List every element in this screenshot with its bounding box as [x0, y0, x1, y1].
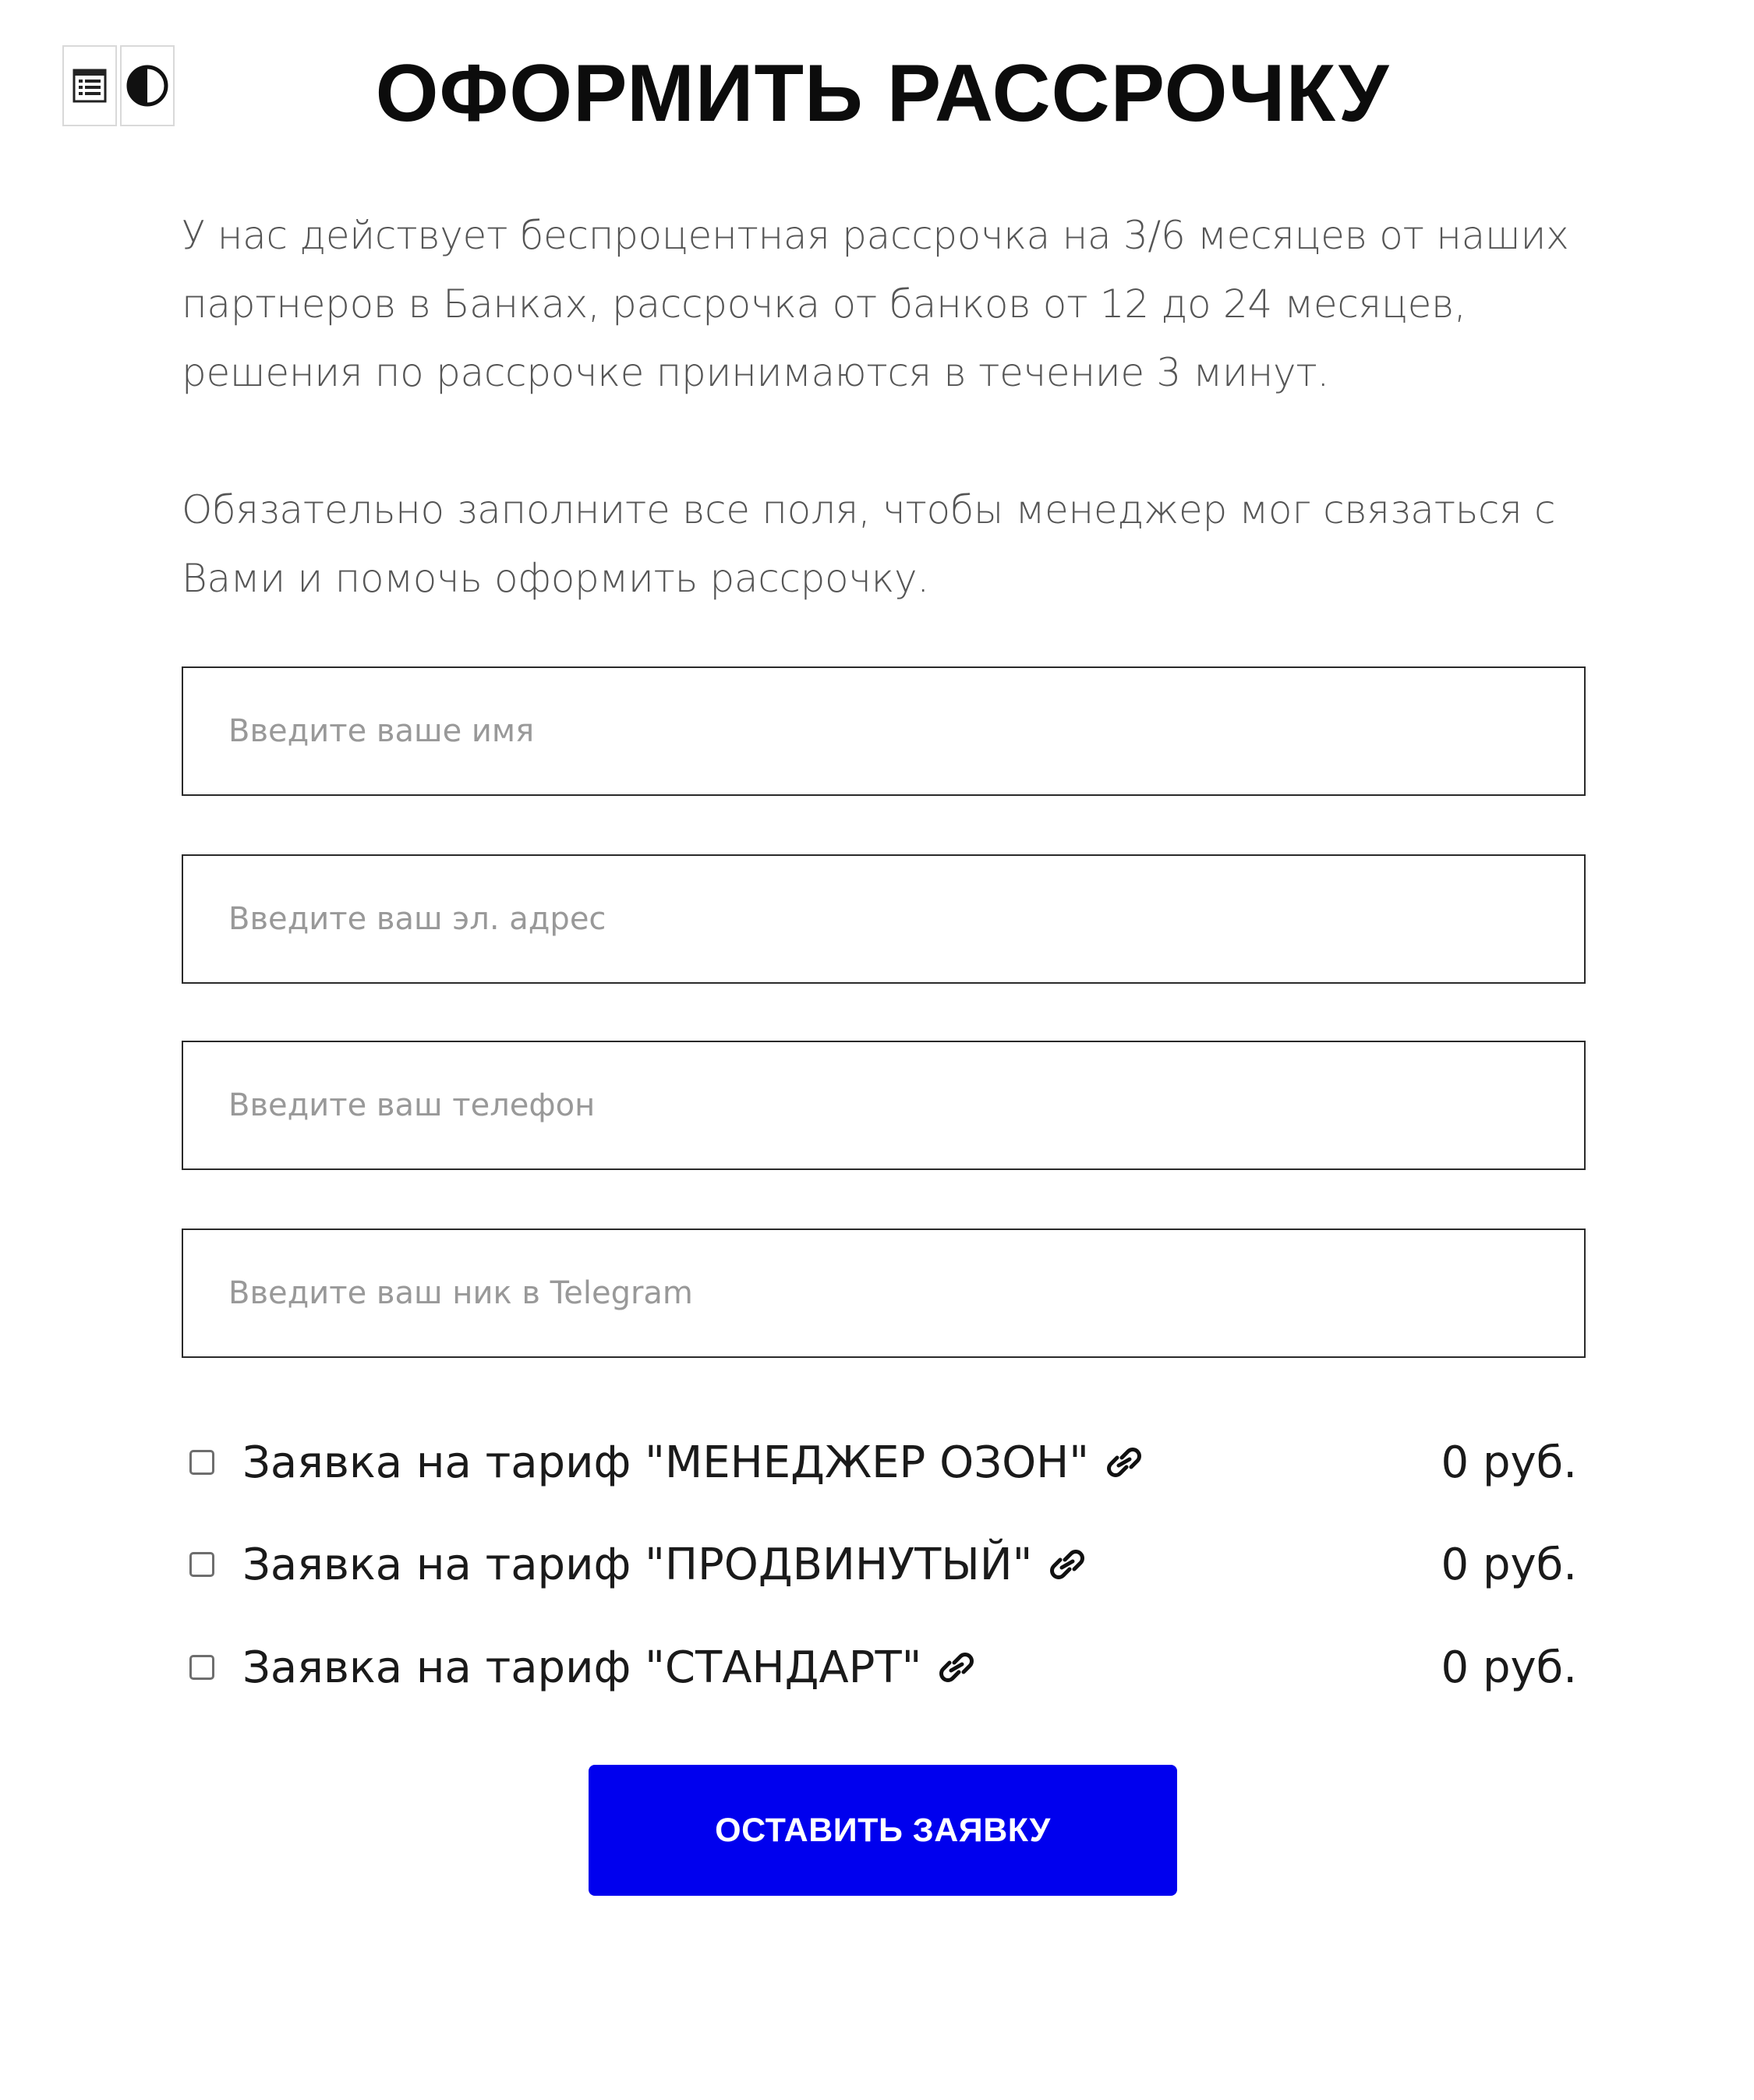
link-icon[interactable]: [1102, 1447, 1147, 1478]
email-input[interactable]: [183, 856, 1584, 982]
tariff-option-manager-ozon: Заявка на тариф "МЕНЕДЖЕР ОЗОН" 0 руб.: [189, 1431, 1577, 1494]
email-field[interactable]: [182, 854, 1586, 984]
name-field[interactable]: [182, 666, 1586, 796]
phone-field[interactable]: [182, 1041, 1586, 1170]
tariff-label: Заявка на тариф "СТАНДАРТ": [242, 1642, 922, 1693]
name-input[interactable]: [183, 668, 1584, 794]
tariff-price: 0 руб.: [1441, 1642, 1577, 1693]
tariff-label: Заявка на тариф "МЕНЕДЖЕР ОЗОН": [242, 1437, 1090, 1488]
tariff-label: Заявка на тариф "ПРОДВИНУТЫЙ": [242, 1539, 1033, 1590]
submit-button[interactable]: ОСТАВИТЬ ЗАЯВКУ: [589, 1765, 1177, 1896]
phone-input[interactable]: [183, 1042, 1584, 1168]
intro-paragraph-instructions: Обязательно заполните все поля, чтобы ме…: [182, 487, 1556, 601]
telegram-input[interactable]: [183, 1230, 1584, 1356]
link-icon[interactable]: [1045, 1549, 1090, 1580]
tariff-checkbox-advanced[interactable]: [189, 1552, 214, 1577]
page-title: ОФОРМИТЬ РАССРОЧКУ: [375, 48, 1390, 139]
tariff-price: 0 руб.: [1441, 1437, 1577, 1488]
link-icon[interactable]: [934, 1652, 979, 1683]
telegram-field[interactable]: [182, 1229, 1586, 1358]
intro-paragraph-terms: У нас действует беспроцентная рассрочка …: [182, 213, 1569, 395]
tariff-checkbox-manager-ozon[interactable]: [189, 1450, 214, 1475]
intro-text: У нас действует беспроцентная рассрочка …: [182, 201, 1585, 613]
tariff-option-advanced: Заявка на тариф "ПРОДВИНУТЫЙ" 0 руб.: [189, 1533, 1577, 1596]
tariff-checkbox-standard[interactable]: [189, 1655, 214, 1680]
tariff-price: 0 руб.: [1441, 1539, 1577, 1590]
tariff-option-standard: Заявка на тариф "СТАНДАРТ" 0 руб.: [189, 1636, 1577, 1699]
